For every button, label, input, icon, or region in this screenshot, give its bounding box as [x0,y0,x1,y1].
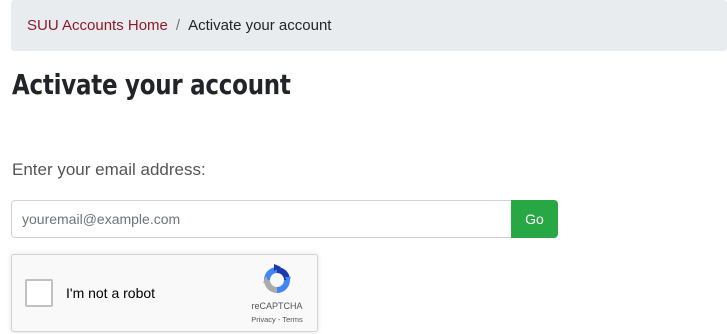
recaptcha-label: I'm not a robot [66,285,156,301]
page-title: Activate your account [12,68,291,101]
email-label: Enter your email address: [12,160,206,179]
recaptcha-widget: I'm not a robot reCAPTCHA Privacy - Term… [11,254,318,332]
recaptcha-brand: reCAPTCHA [251,301,303,311]
breadcrumb-home-link[interactable]: SUU Accounts Home [27,17,168,34]
breadcrumb-separator: / [175,17,181,34]
breadcrumb-current: Activate your account [188,17,332,34]
breadcrumb: SUU Accounts Home / Activate your accoun… [11,0,727,51]
email-input-group: Go [11,200,558,238]
recaptcha-links: Privacy - Terms [234,315,320,324]
recaptcha-checkbox[interactable] [25,279,53,307]
go-button[interactable]: Go [511,200,558,238]
recaptcha-terms-link[interactable]: Terms [282,315,302,324]
email-input[interactable] [11,200,512,238]
recaptcha-privacy-link[interactable]: Privacy [251,315,276,324]
recaptcha-links-separator: - [277,315,281,324]
recaptcha-logo-icon [263,264,291,293]
